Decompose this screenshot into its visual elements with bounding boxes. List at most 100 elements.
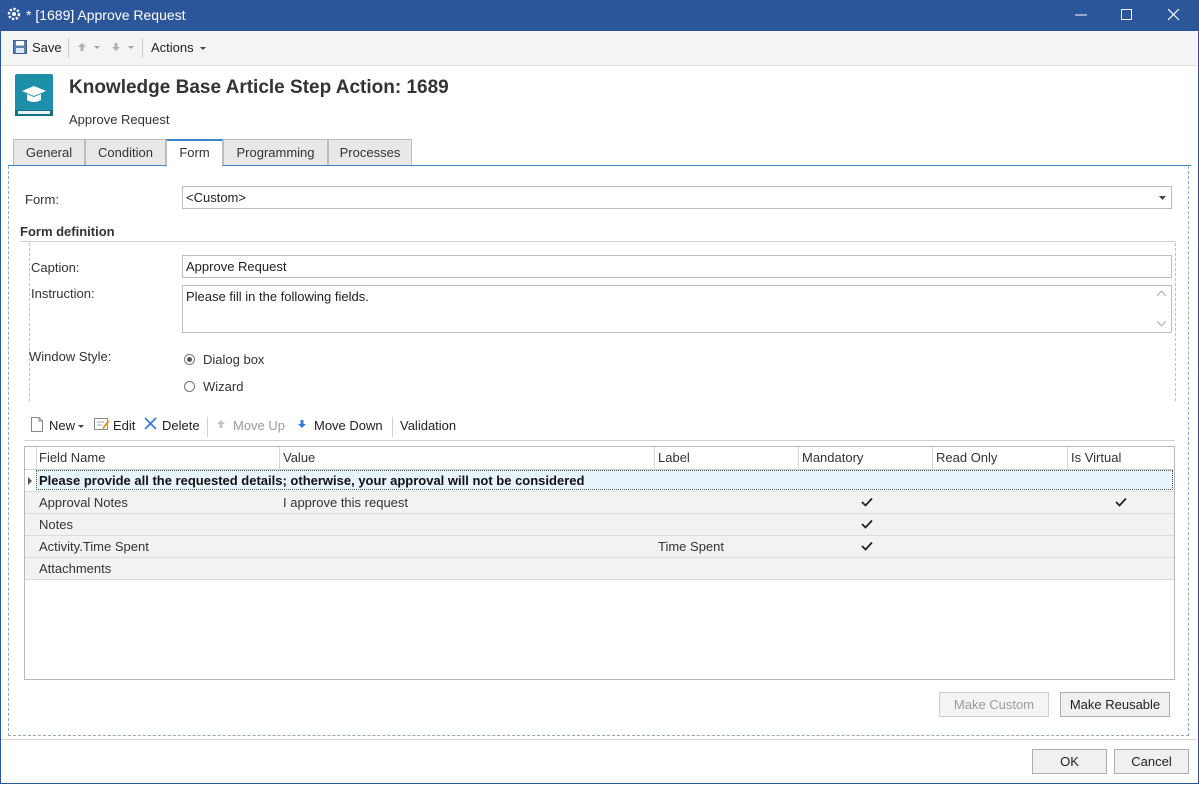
move-up-button[interactable]: Move Up [215,416,291,436]
edit-label: Edit [113,418,136,433]
main-toolbar: Save Actions [1,31,1197,66]
save-button[interactable]: Save [11,39,62,57]
window-style-label: Window Style: [29,349,112,364]
edit-button[interactable]: Edit [93,416,137,436]
group-row-text: Please provide all the requested details… [39,473,585,488]
maximize-button[interactable] [1104,0,1150,31]
table-row[interactable]: Approval Notes I approve this request [25,492,1174,514]
knowledge-base-icon [15,74,53,116]
move-previous-button[interactable] [75,40,103,56]
toolbar-separator [142,38,143,58]
column-mandatory[interactable]: Mandatory [799,447,933,470]
arrow-up-icon [78,43,86,51]
row-indicator-icon [28,477,32,485]
form-select-value: <Custom> [186,190,246,205]
cell-value [280,514,283,535]
cell-label [655,558,658,579]
arrow-down-icon [298,420,306,428]
column-is-virtual[interactable]: Is Virtual [1068,447,1174,470]
toolbar-separator [207,417,208,437]
make-reusable-button[interactable]: Make Reusable [1060,692,1170,717]
actions-label: Actions [151,40,194,55]
cell-value [280,536,283,557]
cancel-button[interactable]: Cancel [1114,749,1189,774]
chevron-down-icon [200,47,206,50]
column-label[interactable]: Label [655,447,799,470]
tab-form[interactable]: Form [166,139,223,167]
check-icon[interactable] [1115,497,1127,507]
arrow-up-icon [217,420,225,428]
move-up-label: Move Up [233,418,286,433]
new-document-icon [31,417,43,432]
move-down-button[interactable]: Move Down [296,416,386,436]
check-icon[interactable] [861,541,873,551]
dialog-box-radio[interactable] [184,354,195,365]
move-next-button[interactable] [109,40,137,56]
instruction-scrollbar[interactable] [1153,286,1171,332]
delete-button[interactable]: Delete [143,416,201,436]
chevron-up-icon [1157,291,1166,296]
ok-button[interactable]: OK [1032,749,1107,774]
check-icon[interactable] [861,519,873,529]
grid-header: Field Name Value Label Mandatory Read On… [25,447,1174,470]
close-button[interactable] [1151,0,1197,31]
validation-button[interactable]: Validation [400,418,462,436]
minimize-icon [1075,14,1087,16]
fields-grid: Field Name Value Label Mandatory Read On… [24,446,1175,680]
new-label: New [49,418,76,433]
grid-toolbar-divider [24,440,1175,441]
column-field-name[interactable]: Field Name [36,447,280,470]
cell-label [655,492,658,513]
save-icon [13,40,27,54]
close-icon [1168,9,1180,21]
minimize-button[interactable] [1058,0,1104,31]
table-row[interactable]: Notes [25,514,1174,536]
new-button[interactable]: New [29,416,86,436]
form-label: Form: [25,192,59,207]
title-bar: * [1689] Approve Request [0,0,1199,31]
toolbar-separator [392,417,393,437]
cell-field-name: Attachments [39,561,112,576]
instruction-text: Please fill in the following fields. [186,289,369,304]
footer-divider [1,739,1197,740]
column-value[interactable]: Value [280,447,655,470]
tab-general[interactable]: General [13,139,85,166]
delete-icon [144,417,157,430]
make-custom-button[interactable]: Make Custom [939,692,1049,717]
dialog-box-label: Dialog box [203,352,265,367]
actions-menu[interactable]: Actions [151,40,211,56]
cell-field-name: Notes [39,517,73,532]
window-title: * [1689] Approve Request [26,7,186,23]
save-label: Save [32,40,62,55]
validation-label: Validation [400,418,457,433]
toolbar-separator [68,38,69,58]
maximize-icon [1121,9,1132,20]
edit-icon [94,418,110,430]
tab-condition[interactable]: Condition [85,139,166,166]
chevron-down-icon [94,46,100,49]
wizard-radio[interactable] [184,381,195,392]
cell-field-name: Activity.Time Spent [39,539,149,554]
delete-label: Delete [162,418,200,433]
arrow-down-icon [112,43,120,51]
form-select[interactable]: <Custom> [182,186,1172,209]
cell-label: Time Spent [658,539,724,554]
chevron-down-icon [1157,321,1166,326]
column-read-only[interactable]: Read Only [933,447,1068,470]
cell-field-name: Approval Notes [39,495,128,510]
wizard-label: Wizard [203,379,244,394]
chevron-down-icon [128,46,134,49]
table-row[interactable]: Activity.Time Spent Time Spent [25,536,1174,558]
tab-programming[interactable]: Programming [223,139,328,166]
tab-processes[interactable]: Processes [328,139,412,166]
caption-label: Caption: [31,260,80,275]
check-icon[interactable] [861,497,873,507]
table-row[interactable]: Please provide all the requested details… [25,470,1174,492]
instruction-label: Instruction: [31,286,95,301]
caption-input[interactable]: Approve Request [182,255,1172,278]
instruction-textarea[interactable]: Please fill in the following fields. [182,285,1172,333]
page-title: Knowledge Base Article Step Action: 1689 [69,77,449,98]
table-row[interactable]: Attachments [25,558,1174,580]
section-divider [20,241,1176,242]
chevron-down-icon [1159,196,1166,200]
